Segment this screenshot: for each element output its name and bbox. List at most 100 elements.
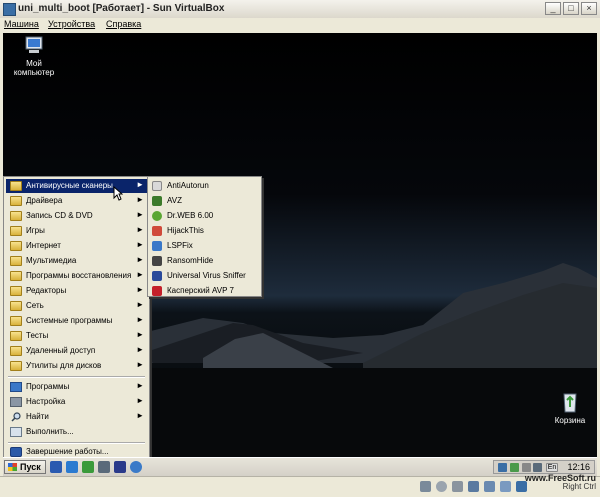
submenu-item-antiautorun[interactable]: AntiAutorun	[150, 179, 259, 193]
menu-item-label: Мультимедиа	[26, 256, 77, 265]
recycle-bin-icon	[563, 393, 577, 413]
quicklaunch-network-icon[interactable]	[82, 461, 94, 473]
minimize-button[interactable]: _	[545, 2, 561, 15]
antivirus-submenu: AntiAutorun AVZ Dr.WEB 6.00 HijackThis L…	[147, 176, 262, 297]
hijackthis-icon	[152, 226, 162, 236]
mouse-cursor-icon	[113, 186, 123, 201]
tray-clock[interactable]: 12:16	[567, 462, 590, 472]
start-button[interactable]: Пуск	[4, 460, 46, 474]
submenu-item-label: Universal Virus Sniffer	[167, 271, 246, 280]
menu-separator	[8, 442, 145, 444]
start-button-label: Пуск	[20, 462, 41, 472]
window-titlebar[interactable]: uni_multi_boot [Работает] - Sun VirtualB…	[0, 0, 600, 19]
quicklaunch-ie2-icon[interactable]	[130, 461, 142, 473]
start-menu-item-system[interactable]: Системные программы ►	[6, 314, 147, 328]
shutdown-icon	[10, 447, 22, 457]
folder-icon	[10, 301, 22, 311]
start-menu-item-run[interactable]: Выполнить...	[6, 425, 147, 439]
submenu-item-kaspersky[interactable]: Касперский AVP 7	[150, 284, 259, 298]
start-menu-item-multimedia[interactable]: Мультимедиа ►	[6, 254, 147, 268]
start-menu-item-cd-dvd[interactable]: Запись CD & DVD ►	[6, 209, 147, 223]
menu-help[interactable]: Справка	[106, 19, 141, 29]
start-menu-item-games[interactable]: Игры ►	[6, 224, 147, 238]
submenu-item-hijackthis[interactable]: HijackThis	[150, 224, 259, 238]
start-menu-item-recovery[interactable]: Программы восстановления ►	[6, 269, 147, 283]
maximize-button[interactable]: □	[563, 2, 579, 15]
submenu-item-label: HijackThis	[167, 226, 204, 235]
menu-separator	[8, 376, 145, 378]
chevron-right-icon: ►	[136, 396, 144, 405]
menu-item-label: Настройка	[26, 397, 66, 406]
submenu-item-ransomhide[interactable]: RansomHide	[150, 254, 259, 268]
start-menu-item-settings[interactable]: Настройка ►	[6, 395, 147, 409]
chevron-right-icon: ►	[136, 195, 144, 204]
folder-icon	[10, 331, 22, 341]
chevron-right-icon: ►	[136, 360, 144, 369]
start-menu-item-tests[interactable]: Тесты ►	[6, 329, 147, 343]
start-menu-item-drivers[interactable]: Драйвера ►	[6, 194, 147, 208]
folder-icon	[10, 241, 22, 251]
computer-icon	[25, 36, 43, 53]
search-icon	[10, 412, 22, 422]
menu-item-label: Завершение работы...	[26, 447, 109, 456]
uvs-icon	[152, 271, 162, 281]
shared-folders-status-icon[interactable]	[484, 481, 495, 492]
watermark-text: www.FreeSoft.ru	[524, 473, 596, 483]
programs-icon	[10, 382, 22, 392]
tray-language[interactable]: En	[546, 463, 558, 472]
menu-devices[interactable]: Устройства	[48, 19, 95, 29]
folder-icon	[10, 226, 22, 236]
hdd-status-icon[interactable]	[420, 481, 431, 492]
tray-display-icon[interactable]	[510, 463, 519, 472]
menu-item-label: Программы	[26, 382, 70, 391]
start-menu-item-network[interactable]: Сеть ►	[6, 299, 147, 313]
chevron-right-icon: ►	[136, 240, 144, 249]
tray-tools-icon[interactable]	[522, 463, 531, 472]
quicklaunch-terminal-icon[interactable]	[114, 461, 126, 473]
menu-item-label: Найти	[26, 412, 49, 421]
ransomhide-icon	[152, 256, 162, 266]
chevron-right-icon: ►	[136, 315, 144, 324]
menu-item-label: Антивирусные сканеры	[26, 181, 113, 190]
start-menu-item-antivirus[interactable]: Антивирусные сканеры ►	[6, 179, 147, 193]
quicklaunch-desktop-icon[interactable]	[50, 461, 62, 473]
mouse-integration-status-icon[interactable]	[500, 481, 511, 492]
close-button[interactable]: ×	[581, 2, 597, 15]
start-menu: Антивирусные сканеры ► Драйвера ► Запись…	[3, 176, 150, 459]
my-computer-shortcut[interactable]: Мой компьютер	[7, 35, 61, 77]
menubar: Машина Устройства Справка	[0, 18, 600, 32]
start-menu-item-disk-utils[interactable]: Утилиты для дисков ►	[6, 359, 147, 373]
quicklaunch-ie-icon[interactable]	[66, 461, 78, 473]
menu-item-label: Драйвера	[26, 196, 63, 205]
run-icon	[10, 427, 22, 437]
chevron-right-icon: ►	[136, 330, 144, 339]
start-menu-item-internet[interactable]: Интернет ►	[6, 239, 147, 253]
submenu-item-drweb[interactable]: Dr.WEB 6.00	[150, 209, 259, 223]
chevron-right-icon: ►	[136, 345, 144, 354]
system-tray: En 12:16	[493, 460, 595, 474]
network-status-icon[interactable]	[468, 481, 479, 492]
tray-network-icon[interactable]	[498, 463, 507, 472]
start-menu-item-editors[interactable]: Редакторы ►	[6, 284, 147, 298]
submenu-item-avz[interactable]: AVZ	[150, 194, 259, 208]
start-menu-item-programs[interactable]: Программы ►	[6, 380, 147, 394]
tray-volume-icon[interactable]	[533, 463, 542, 472]
virtualbox-app-icon	[3, 3, 16, 16]
folder-icon	[10, 256, 22, 266]
usb-status-icon[interactable]	[452, 481, 463, 492]
avz-icon	[152, 196, 162, 206]
submenu-item-label: AntiAutorun	[167, 181, 209, 190]
start-menu-item-remote[interactable]: Удаленный доступ ►	[6, 344, 147, 358]
submenu-item-lspfix[interactable]: LSPFix	[150, 239, 259, 253]
quicklaunch-explorer-icon[interactable]	[98, 461, 110, 473]
submenu-item-uvs[interactable]: Universal Virus Sniffer	[150, 269, 259, 283]
menu-item-label: Удаленный доступ	[26, 346, 96, 355]
menu-item-label: Тесты	[26, 331, 49, 340]
folder-icon	[10, 196, 22, 206]
recycle-bin-shortcut[interactable]: Корзина	[547, 390, 593, 425]
chevron-right-icon: ►	[136, 225, 144, 234]
cdrom-status-icon[interactable]	[436, 481, 447, 492]
menu-machine[interactable]: Машина	[4, 19, 39, 29]
submenu-item-label: AVZ	[167, 196, 182, 205]
start-menu-item-search[interactable]: Найти ►	[6, 410, 147, 424]
